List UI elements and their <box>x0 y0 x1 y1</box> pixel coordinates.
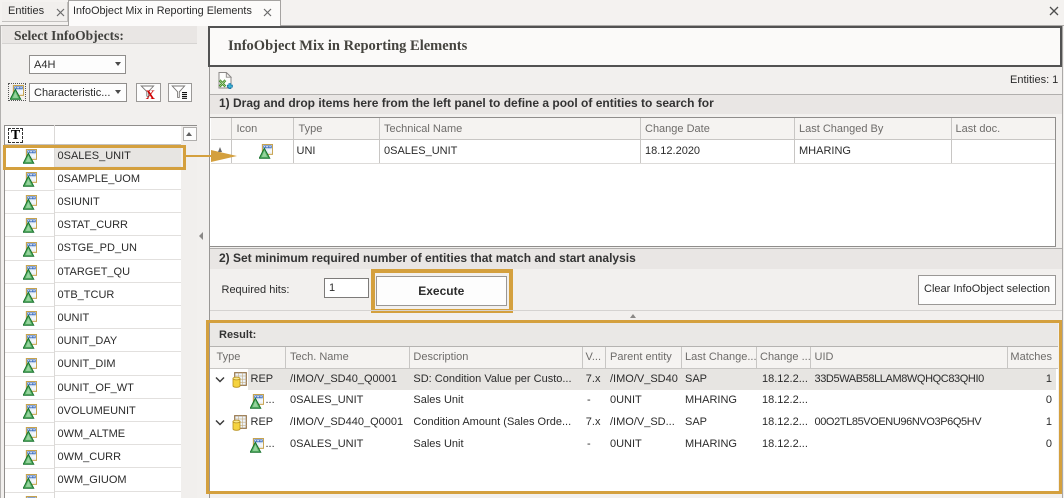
svg-text:X: X <box>146 87 156 100</box>
